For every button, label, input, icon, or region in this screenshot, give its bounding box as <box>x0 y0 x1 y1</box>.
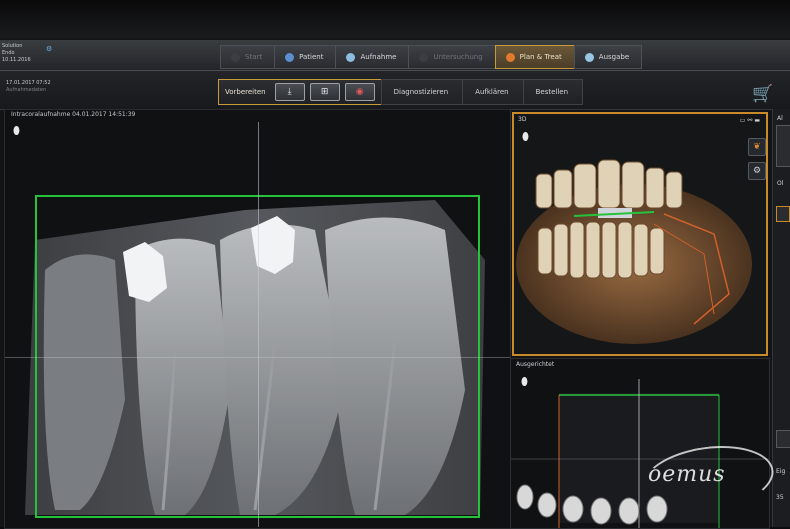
session-subtitle: Aufnahmedaten <box>6 87 47 93</box>
patient-icon <box>285 52 295 62</box>
panel-3d-title: 3D <box>518 116 527 123</box>
substep-bestellen[interactable]: Bestellen <box>522 79 584 105</box>
sidebar-label-mid: Ol <box>777 180 784 187</box>
workflow-step-label: Start <box>245 53 263 61</box>
implant-planning-button[interactable]: ⤓ <box>274 83 305 101</box>
sidebar-panel[interactable] <box>776 125 790 167</box>
xray-panel[interactable]: Intracoralaufnahme 04.01.2017 14:51:39 ⬮ <box>4 109 511 529</box>
panel-3d[interactable]: 3D ▭ ⚯ ▬ ⬮ ❦ ⚙ <box>512 112 768 356</box>
panel-3d-toolbar: ▭ ⚯ ▬ <box>740 117 760 124</box>
workflow-step-aufnahme[interactable]: Aufnahme <box>335 45 410 69</box>
measure-button[interactable]: ⊞ <box>309 83 340 101</box>
home-icon <box>231 52 240 62</box>
sub-steps: Vorbereiten ⤓ ⊞ ◉ Diagnostizieren Aufklä… <box>218 79 584 105</box>
workflow-step-patient[interactable]: Patient <box>274 45 337 69</box>
substep-diagnostizieren[interactable]: Diagnostizieren <box>380 79 464 105</box>
monitor-bezel <box>0 0 790 40</box>
maximize-icon[interactable]: ▬ <box>754 117 760 124</box>
3d-dentition-render <box>516 159 752 344</box>
gear-icon: ⚙ <box>752 166 762 176</box>
tooth-icon[interactable]: ⬮ <box>13 124 20 138</box>
session-date: 17.01.2017 07:52 <box>6 80 51 86</box>
workflow-step-label: Ausgabe <box>598 53 630 61</box>
crown-icon: ◉ <box>355 87 364 97</box>
workflow-step-start[interactable]: Start <box>220 45 276 69</box>
link-icon[interactable]: ⚯ <box>747 117 752 124</box>
capture-icon <box>346 52 356 62</box>
implant-icon: ⤓ <box>287 87 292 97</box>
session-info: 17.01.2017 07:52 Aufnahmedaten <box>6 80 51 94</box>
substep-vorbereiten: Vorbereiten ⤓ ⊞ ◉ <box>218 79 382 105</box>
tooth-color-icon: ❦ <box>753 142 761 152</box>
tooth-color-button[interactable]: ❦ <box>748 138 766 156</box>
workflow-step-plan-treat[interactable]: Plan & Treat <box>494 45 575 69</box>
patient-line-1: Solution <box>2 43 23 49</box>
settings-button[interactable]: ⚙ <box>748 162 766 180</box>
sidebar-expand-button[interactable] <box>776 430 790 448</box>
workflow-step-label: Plan & Treat <box>519 53 562 61</box>
workflow-step-label: Untersuchung <box>433 53 483 61</box>
sidebar-item-selected[interactable] <box>776 206 790 222</box>
workflow-step-ausgabe[interactable]: Ausgabe <box>573 45 643 69</box>
substep-label: Vorbereiten <box>225 88 266 96</box>
workflow-step-untersuchung[interactable]: Untersuchung <box>408 45 496 69</box>
ruler-icon: ⊞ <box>320 87 329 97</box>
output-icon <box>584 52 594 62</box>
restoration-button[interactable]: ◉ <box>344 83 375 101</box>
plan-icon <box>505 52 515 62</box>
patient-settings-icon[interactable]: ⚙ <box>46 45 54 53</box>
right-sidebar <box>772 109 790 527</box>
watermark-logo: oemus <box>648 462 726 487</box>
patient-line-2: Endo <box>2 50 15 56</box>
workflow-step-label: Patient <box>299 53 324 61</box>
exam-icon <box>419 52 429 62</box>
cart-icon[interactable]: 🛒 <box>752 84 774 106</box>
workflow-steps: Start Patient Aufnahme Untersuchung Plan… <box>220 45 643 69</box>
crosshair-horizontal[interactable] <box>5 357 510 358</box>
workflow-step-label: Aufnahme <box>360 53 397 61</box>
snapshot-icon[interactable]: ▭ <box>740 117 746 124</box>
sidebar-value-bottom: 35 <box>776 494 784 501</box>
crosshair-vertical[interactable] <box>258 122 259 527</box>
sidebar-label-top: Al <box>777 115 783 122</box>
sidebar-label-bottom: Eig <box>776 468 786 475</box>
xray-panel-title: Intracoralaufnahme 04.01.2017 14:51:39 <box>11 111 136 118</box>
patient-line-3: 10.11.2016 <box>2 57 31 63</box>
patient-info: Solution Endo 10.11.2016 <box>2 43 42 64</box>
substep-aufklaeren[interactable]: Aufklären <box>462 79 524 105</box>
